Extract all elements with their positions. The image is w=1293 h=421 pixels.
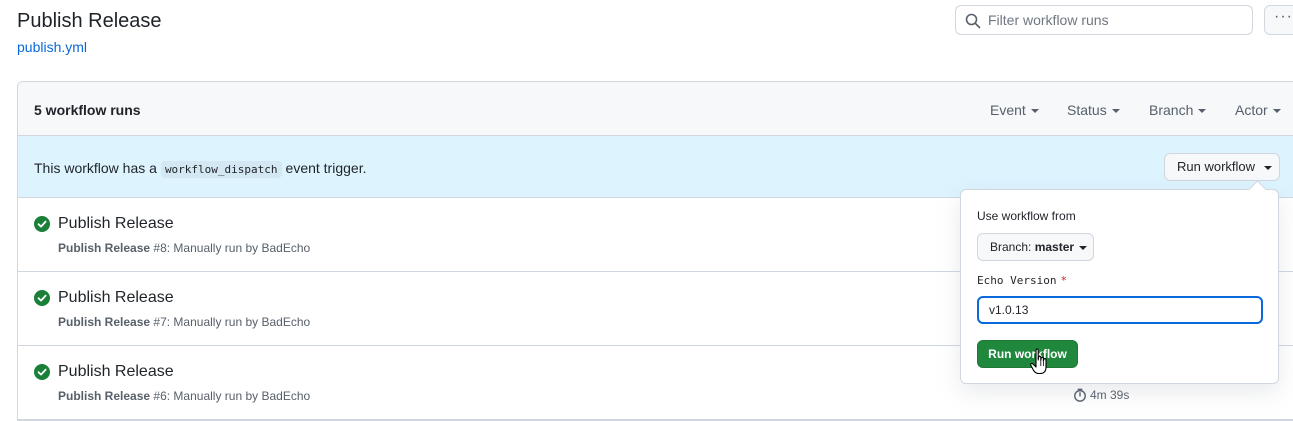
run-workflow-dropdown-button[interactable]: Run workflow [1164, 153, 1280, 181]
search-icon [965, 13, 981, 29]
page-title: Publish Release [17, 10, 162, 32]
echo-version-label: Echo Version * [977, 274, 1068, 287]
caret-down-icon [1079, 245, 1088, 250]
more-options-button[interactable]: ··· [1264, 5, 1293, 35]
run-meta: Publish Release #8: Manually run by BadE… [58, 241, 311, 255]
run-title[interactable]: Publish Release [58, 289, 174, 307]
event-filter[interactable]: Event [990, 102, 1039, 118]
check-circle-icon [34, 216, 50, 232]
actor-filter[interactable]: Actor [1235, 102, 1281, 118]
kebab-icon: ··· [1274, 8, 1293, 25]
run-meta: Publish Release #6: Manually run by BadE… [58, 389, 311, 403]
caret-down-icon [1030, 109, 1039, 114]
check-circle-icon [34, 364, 50, 380]
dispatch-code: workflow_dispatch [160, 161, 282, 178]
hand-cursor-icon [1030, 348, 1047, 375]
run-duration: 4m 39s [1073, 388, 1129, 402]
caret-down-icon [1272, 109, 1281, 114]
run-workflow-submit-button[interactable]: Run workflow [977, 340, 1078, 368]
check-circle-icon [34, 290, 50, 306]
runs-count: 5 workflow runs [34, 102, 141, 118]
run-workflow-menu: Use workflow from Branch: master Echo Ve… [960, 180, 1279, 384]
workflow-file-link[interactable]: publish.yml [17, 39, 87, 55]
run-meta: Publish Release #7: Manually run by BadE… [58, 315, 311, 329]
dispatch-message: This workflow has a workflow_dispatch even… [34, 160, 367, 178]
caret-down-icon [1198, 109, 1207, 114]
use-workflow-from-label: Use workflow from [977, 209, 1076, 223]
run-title[interactable]: Publish Release [58, 215, 174, 233]
run-title[interactable]: Publish Release [58, 363, 174, 381]
status-filter[interactable]: Status [1067, 102, 1120, 118]
required-mark: * [1060, 274, 1068, 287]
branch-select-button[interactable]: Branch: master [977, 233, 1094, 261]
branch-filter[interactable]: Branch [1149, 102, 1207, 118]
caret-down-icon [1111, 109, 1120, 114]
runs-panel-header: 5 workflow runs Event Status Branch Acto… [18, 82, 1293, 136]
echo-version-input[interactable] [977, 296, 1263, 324]
filter-runs-input[interactable] [988, 9, 1246, 31]
caret-down-icon [1264, 165, 1273, 170]
stopwatch-icon [1074, 388, 1086, 402]
filter-runs-field[interactable] [955, 5, 1253, 35]
